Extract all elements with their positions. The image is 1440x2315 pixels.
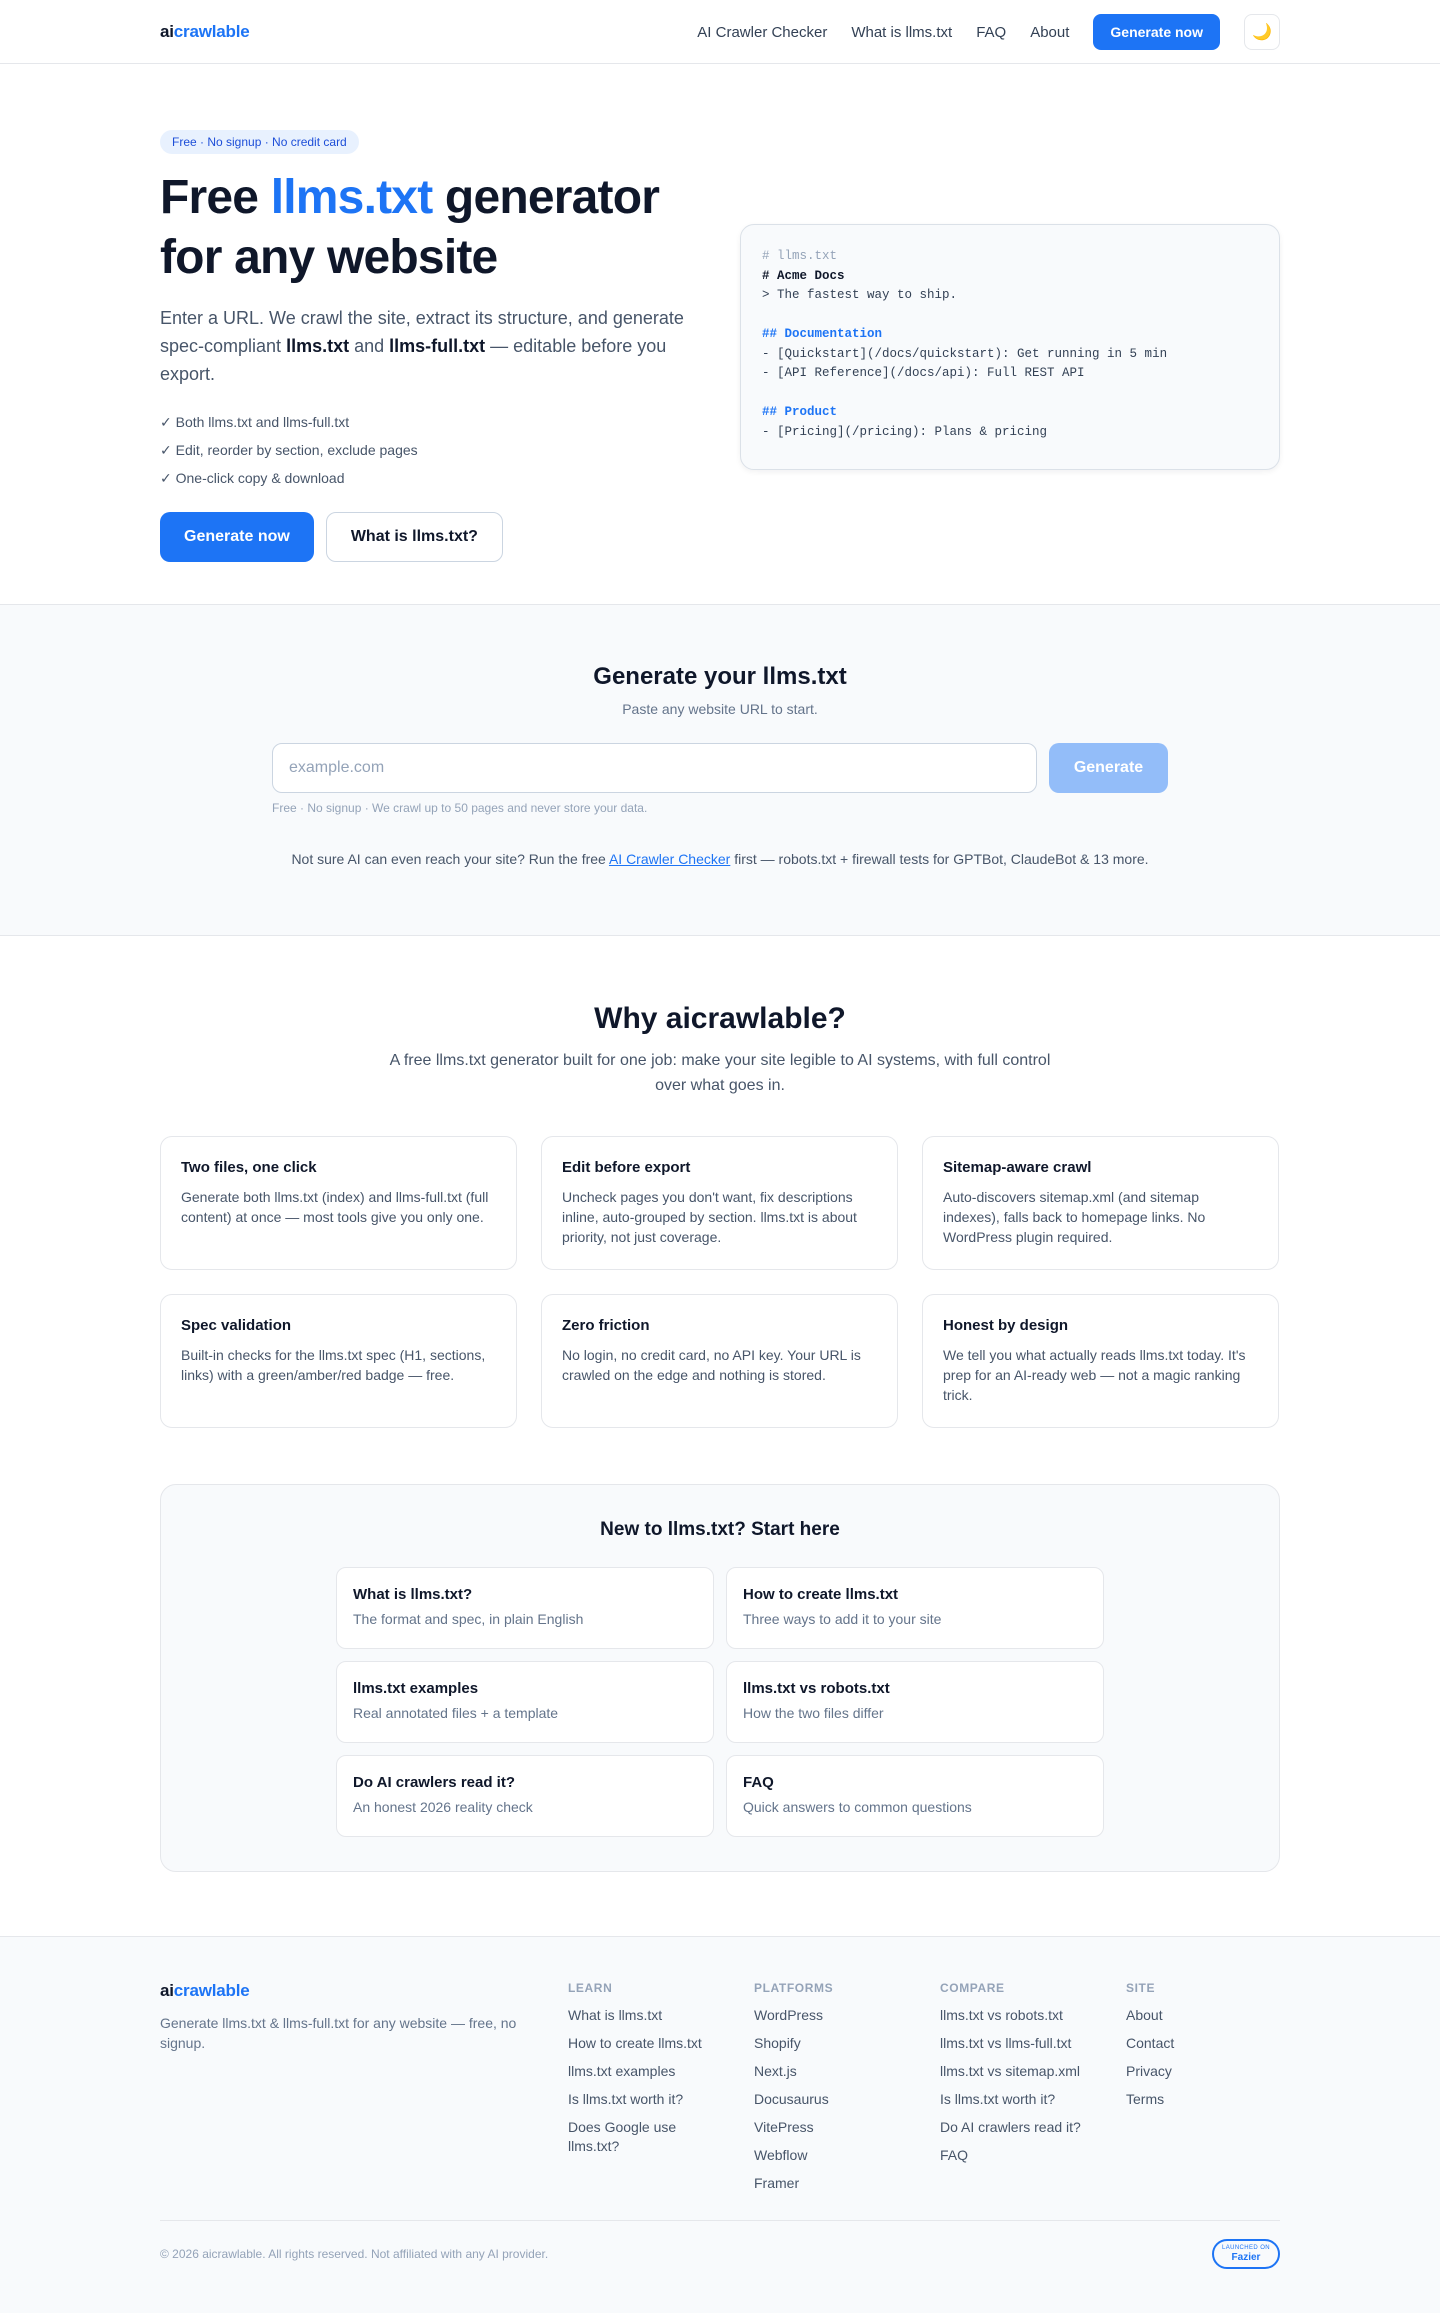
generate-title: Generate your llms.txt <box>593 663 847 690</box>
start-here-panel: New to llms.txt? Start here What is llms… <box>160 1484 1280 1872</box>
footer-bottom: © 2026 aicrawlable. All rights reserved.… <box>160 2220 1280 2269</box>
hero-title: Free llms.txt generator for any website <box>160 171 660 284</box>
moon-icon: 🌙 <box>1252 24 1272 41</box>
feature-card: Edit before export Uncheck pages you don… <box>541 1136 898 1270</box>
checklist-item: ✓ Edit, reorder by section, exclude page… <box>160 442 418 458</box>
guide-card-faq[interactable]: FAQ Quick answers to common questions <box>726 1755 1104 1837</box>
footer-link[interactable]: Do AI crawlers read it? <box>940 2118 1110 2137</box>
feature-checklist: ✓ Both llms.txt and llms-full.txt ✓ Edit… <box>160 408 720 492</box>
footer-brand: aicrawlable Generate llms.txt & llms-ful… <box>160 1981 560 2053</box>
top-nav: aicrawlable AI Crawler Checker What is l… <box>0 0 1440 64</box>
generate-section: Generate your llms.txt Paste any website… <box>0 605 1440 936</box>
generate-subtitle: Paste any website URL to start. <box>622 701 818 717</box>
footer-link[interactable]: Is llms.txt worth it? <box>940 2090 1110 2109</box>
footer-link[interactable]: Terms <box>1126 2090 1276 2109</box>
footer-link[interactable]: Privacy <box>1126 2062 1276 2081</box>
hero-section: Free · No signup · No credit card Free l… <box>0 64 1440 605</box>
logo[interactable]: aicrawlable <box>160 22 250 42</box>
footer-link[interactable]: WordPress <box>754 2006 924 2025</box>
feature-card: Two files, one click Generate both llms.… <box>160 1136 517 1270</box>
crawler-checker-hint: Not sure AI can even reach your site? Ru… <box>291 851 1149 867</box>
start-here-title: New to llms.txt? Start here <box>600 1519 840 1540</box>
why-section: Why aicrawlable? A free llms.txt generat… <box>0 936 1440 1872</box>
hero-ctas: Generate now What is llms.txt? <box>160 512 720 562</box>
footer-link[interactable]: Next.js <box>754 2062 924 2081</box>
feature-card: Honest by design We tell you what actual… <box>922 1294 1279 1428</box>
footer-tagline: Generate llms.txt & llms-full.txt for an… <box>160 2015 517 2051</box>
footer-col-learn: LEARN What is llms.txt How to create llm… <box>568 1981 738 2156</box>
feature-grid: Two files, one click Generate both llms.… <box>160 1136 1280 1428</box>
footer-link[interactable]: Framer <box>754 2174 924 2193</box>
footer-link[interactable]: About <box>1126 2006 1276 2025</box>
guide-card-ai-crawlers[interactable]: Do AI crawlers read it? An honest 2026 r… <box>336 1755 714 1837</box>
footer-link[interactable]: llms.txt vs robots.txt <box>940 2006 1110 2025</box>
footer-link[interactable]: VitePress <box>754 2118 924 2137</box>
checklist-item: ✓ Both llms.txt and llms-full.txt <box>160 414 350 430</box>
feature-card: Spec validation Built-in checks for the … <box>160 1294 517 1428</box>
nav-generate-button[interactable]: Generate now <box>1093 14 1220 50</box>
feature-card: Zero friction No login, no credit card, … <box>541 1294 898 1428</box>
theme-toggle-button[interactable]: 🌙 <box>1244 14 1280 50</box>
footer-col-compare: COMPARE llms.txt vs robots.txt llms.txt … <box>940 1981 1110 2165</box>
hero-content: Free · No signup · No credit card Free l… <box>160 130 720 562</box>
llms-code-sample: # llms.txt # Acme Docs > The fastest way… <box>740 224 1280 470</box>
footer: aicrawlable Generate llms.txt & llms-ful… <box>0 1936 1440 2313</box>
footer-col-platforms: PLATFORMS WordPress Shopify Next.js Docu… <box>754 1981 924 2193</box>
hero-description: Enter a URL. We crawl the site, extract … <box>160 308 684 384</box>
footer-link[interactable]: llms.txt examples <box>568 2062 738 2081</box>
guide-card-examples[interactable]: llms.txt examples Real annotated files +… <box>336 1661 714 1743</box>
why-lead: A free llms.txt generator built for one … <box>389 1052 1051 1094</box>
footer-link[interactable]: llms.txt vs sitemap.xml <box>940 2062 1110 2081</box>
why-title: Why aicrawlable? <box>594 1002 846 1035</box>
start-here-grid: What is llms.txt? The format and spec, i… <box>336 1567 1104 1837</box>
nav-link-what-is-llms[interactable]: What is llms.txt <box>851 24 952 41</box>
footer-link[interactable]: llms.txt vs llms-full.txt <box>940 2034 1110 2053</box>
hero-generate-button[interactable]: Generate now <box>160 512 314 562</box>
nav-links: AI Crawler Checker What is llms.txt FAQ … <box>697 14 1280 50</box>
generate-submit-button[interactable]: Generate <box>1049 743 1168 793</box>
nav-link-ai-crawler-checker[interactable]: AI Crawler Checker <box>697 24 827 41</box>
what-is-llms-button[interactable]: What is llms.txt? <box>325 512 503 562</box>
nav-link-faq[interactable]: FAQ <box>976 24 1006 41</box>
ai-crawler-checker-link[interactable]: AI Crawler Checker <box>609 851 730 867</box>
footer-link[interactable]: Contact <box>1126 2034 1276 2053</box>
footer-link[interactable]: How to create llms.txt <box>568 2034 738 2053</box>
checklist-item: ✓ One-click copy & download <box>160 470 345 486</box>
feature-card: Sitemap-aware crawl Auto-discovers sitem… <box>922 1136 1279 1270</box>
footer-link[interactable]: FAQ <box>940 2146 1110 2165</box>
footer-link[interactable]: Shopify <box>754 2034 924 2053</box>
footer-link[interactable]: Is llms.txt worth it? <box>568 2090 738 2109</box>
guide-card-what-is[interactable]: What is llms.txt? The format and spec, i… <box>336 1567 714 1649</box>
generate-note: Free · No signup · We crawl up to 50 pag… <box>272 801 648 815</box>
footer-link[interactable]: Webflow <box>754 2146 924 2165</box>
guide-card-how-to-create[interactable]: How to create llms.txt Three ways to add… <box>726 1567 1104 1649</box>
nav-link-about[interactable]: About <box>1030 24 1069 41</box>
footer-link[interactable]: Does Google use llms.txt? <box>568 2118 688 2156</box>
generate-form: Generate <box>272 743 1168 793</box>
footer-logo[interactable]: aicrawlable <box>160 1981 560 2001</box>
hero-badge: Free · No signup · No credit card <box>160 130 359 154</box>
fazier-badge[interactable]: LAUNCHED ON Fazier <box>1212 2239 1280 2269</box>
footer-link[interactable]: Docusaurus <box>754 2090 924 2109</box>
url-input[interactable] <box>272 743 1037 793</box>
guide-card-vs-robots[interactable]: llms.txt vs robots.txt How the two files… <box>726 1661 1104 1743</box>
footer-link[interactable]: What is llms.txt <box>568 2006 738 2025</box>
copyright: © 2026 aicrawlable. All rights reserved.… <box>160 2247 549 2261</box>
footer-col-site: SITE About Contact Privacy Terms <box>1126 1981 1276 2109</box>
